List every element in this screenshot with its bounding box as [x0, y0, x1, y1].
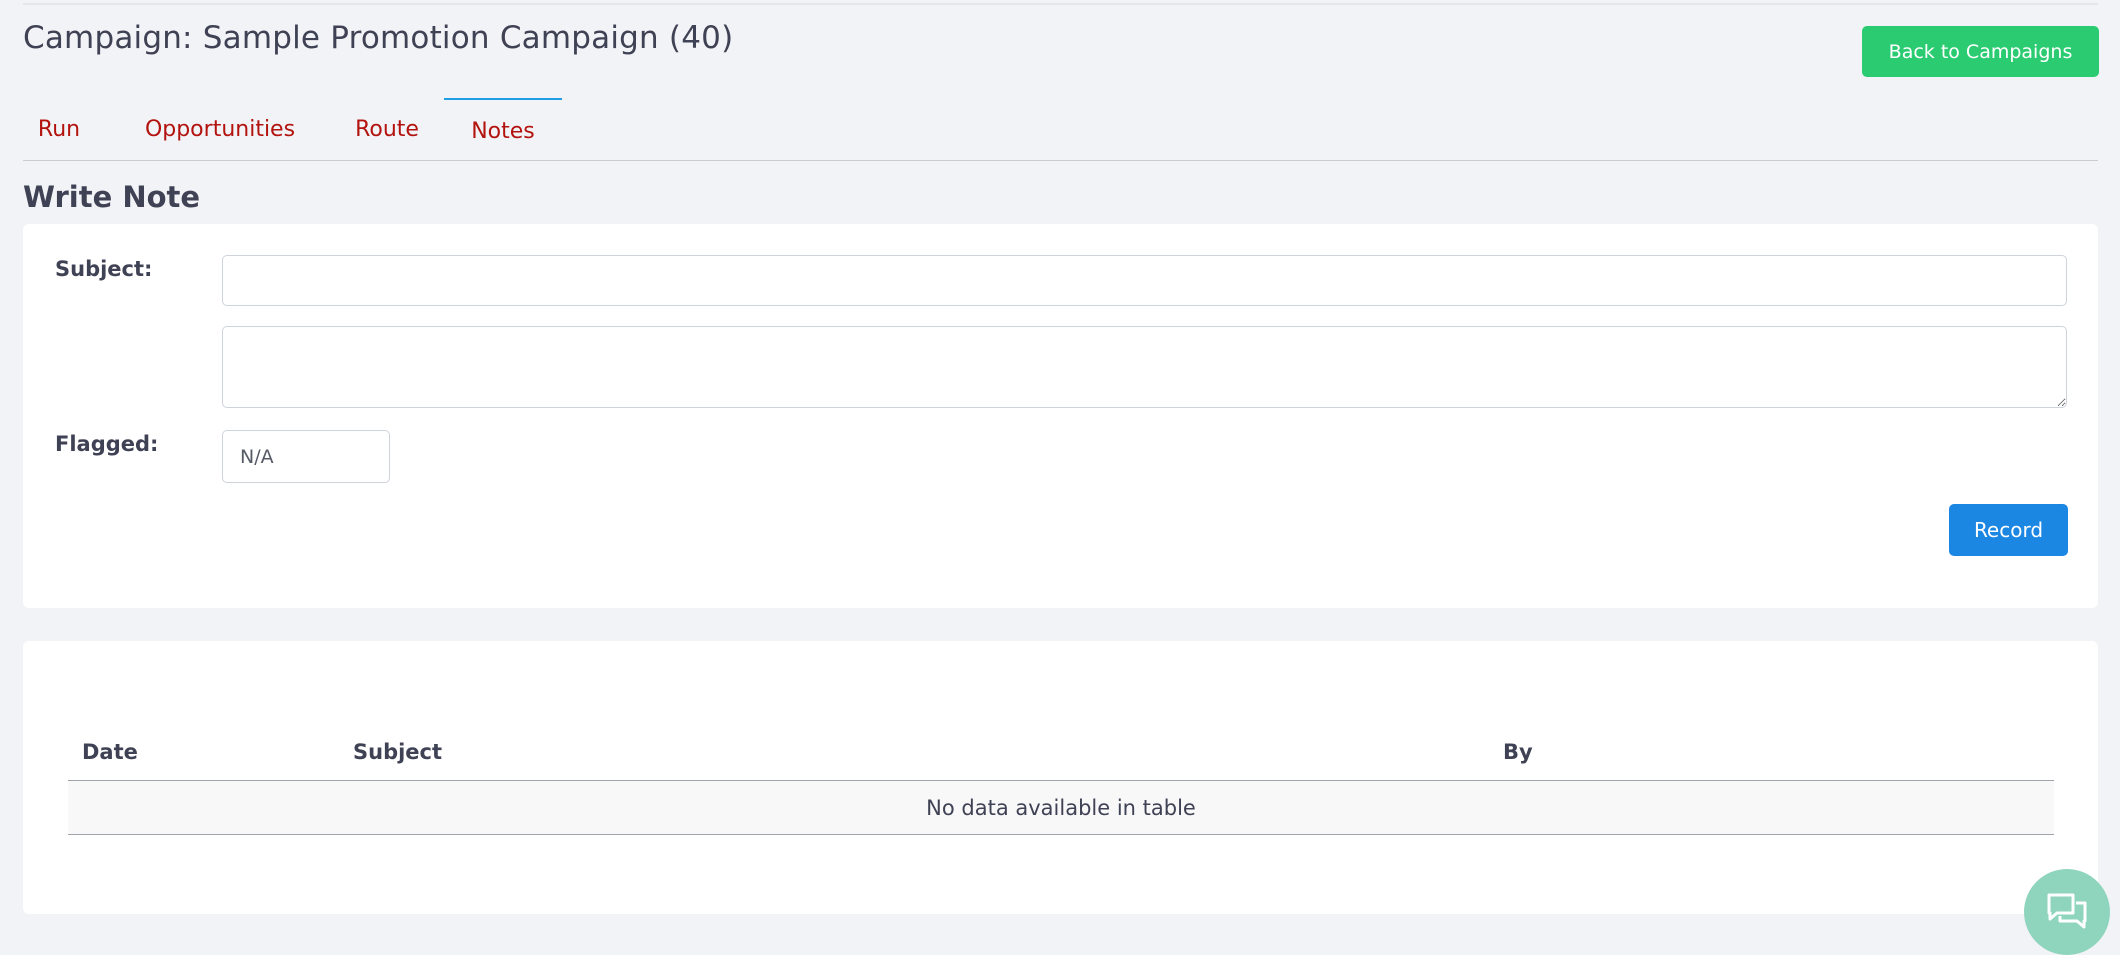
empty-table-message: No data available in table [68, 781, 2054, 835]
notes-table: Date Subject By No data available in tab… [68, 726, 2054, 835]
note-body-textarea[interactable] [222, 326, 2067, 408]
chat-launcher-button[interactable] [2024, 869, 2110, 955]
subject-label: Subject: [55, 257, 153, 281]
tab-opportunities[interactable]: Opportunities [130, 98, 310, 160]
page-title: Campaign: Sample Promotion Campaign (40) [23, 20, 734, 56]
flagged-selected-value: N/A [240, 445, 274, 468]
tab-run[interactable]: Run [27, 98, 91, 160]
back-to-campaigns-button[interactable]: Back to Campaigns [1862, 26, 2099, 77]
tab-bar: Run Opportunities Route Notes [23, 98, 2098, 161]
column-header-date[interactable]: Date [82, 740, 138, 764]
top-divider [23, 3, 2098, 5]
table-header: Date Subject By [68, 726, 2054, 781]
notes-table-card: Date Subject By No data available in tab… [23, 641, 2098, 914]
subject-input[interactable] [222, 255, 2067, 306]
tab-notes[interactable]: Notes [444, 98, 562, 160]
write-note-card: Subject: Flagged: N/A Record [23, 224, 2098, 608]
chat-bubbles-icon [2047, 893, 2087, 929]
column-header-subject[interactable]: Subject [353, 740, 442, 764]
flagged-select[interactable]: N/A [222, 430, 390, 483]
flagged-label: Flagged: [55, 432, 159, 456]
tab-route[interactable]: Route [338, 98, 436, 160]
write-note-title: Write Note [23, 180, 201, 214]
column-header-by[interactable]: By [1503, 740, 1533, 764]
record-button[interactable]: Record [1949, 504, 2068, 556]
